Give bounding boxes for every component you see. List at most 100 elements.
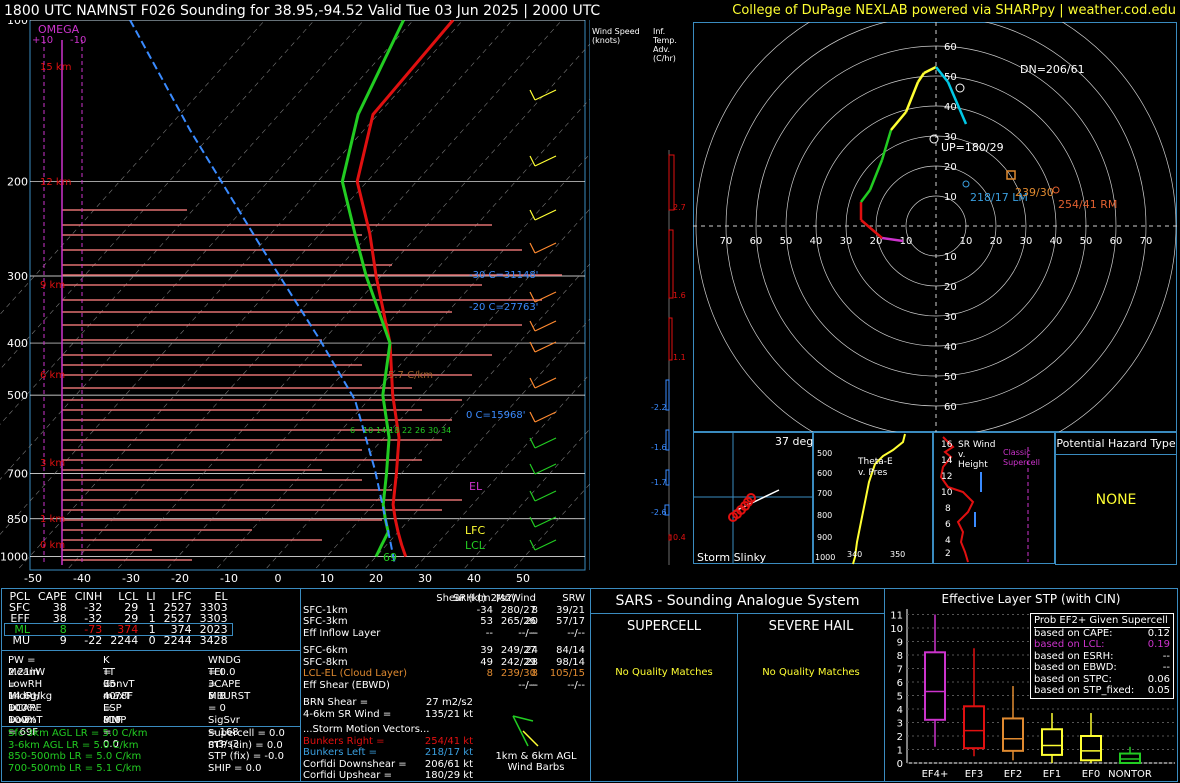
kin-cell: 39/21: [556, 604, 585, 616]
kinematics-table: SRH (m2/s2) Shear (kt) MnWind SRW SFC-1km -34…: [303, 593, 586, 782]
sr-tick-12: 12: [941, 472, 953, 482]
temp-tick: 40: [467, 572, 481, 585]
cape-tick: 6: [350, 426, 355, 435]
kin-cell: 254/41 kt: [424, 735, 473, 747]
cape-tick: 22: [402, 426, 412, 435]
hodo-ring-label: 40: [944, 342, 957, 353]
parcel-row-mu[interactable]: MU 9 -22 2244 0 2244 3428: [5, 635, 232, 646]
pressure-tick: 200: [7, 176, 28, 189]
prob-title: Prob EF2+ Given Supercell: [1034, 615, 1170, 628]
stp-category: EF0: [1082, 769, 1100, 780]
stp-title: Effective Layer STP (with CIN): [941, 592, 1121, 606]
temp-tick: 20: [369, 572, 383, 585]
composite-indices: Supercell = 0.0 STP (cin) = 0.0 STP (fix) …: [208, 728, 285, 774]
stp-y-tick: 10: [890, 624, 903, 635]
hodo-x-tick: 20: [990, 236, 1003, 247]
temp-tick: -20: [171, 572, 189, 585]
t-m20-label: -20 C=27763': [469, 302, 539, 313]
kin-cell: 49: [480, 656, 493, 668]
lapse-rate-line: 850-500mb LR = 5.0 C/km: [8, 751, 142, 762]
adv-value: -1.6: [651, 443, 667, 452]
hodo-x-tick: 30: [840, 236, 853, 247]
cape-tick: 10: [363, 426, 373, 435]
hodo-ring-label: 30: [944, 312, 957, 323]
prob-row: based on CAPE: 0.12: [1034, 627, 1170, 639]
sars-title: SARS - Sounding Analogue System: [615, 593, 860, 609]
divider: [2, 650, 300, 651]
theta-e-tick-900: 900: [817, 533, 833, 542]
lapse-rates: Sfc-3km AGL LR = 5.0 C/km 3-6km AGL LR = …: [8, 728, 147, 774]
stp-y-tick: 7: [897, 665, 903, 676]
sr-wind-note: Classic Supercell: [1003, 448, 1041, 467]
height-label: 12 km: [40, 177, 71, 188]
hodo-ring-label: 10: [944, 252, 957, 263]
wind-speed-title: Wind Speed (knots): [592, 27, 640, 45]
omega-minus: -10: [70, 35, 87, 46]
hodo-ring-label: 20: [944, 282, 957, 293]
adv-value: 2.7: [673, 203, 686, 212]
stp-box: [924, 651, 946, 721]
sr-tick-16: 16: [941, 440, 953, 450]
height-label: 15 km: [40, 62, 71, 73]
credit-label: College of DuPage NEXLAB powered via SHA…: [732, 3, 1176, 18]
adv-bar: [668, 229, 674, 299]
sr-tick-4: 4: [945, 536, 951, 546]
cell: 2244: [110, 634, 139, 647]
sr-tick-8: 8: [945, 504, 951, 514]
stp-box: [963, 705, 985, 750]
hodo-x-tick: 30: [1020, 236, 1033, 247]
cape-tick: 14: [376, 426, 386, 435]
parcel-row-sfc[interactable]: SFC 38 -32 29 1 2527 3303: [5, 602, 232, 613]
hodo-x-tick: 70: [1140, 236, 1153, 247]
stp-category: NONTOR: [1108, 769, 1152, 780]
kin-row: SFC-6km 39 24 249/27 84/14: [303, 645, 586, 657]
barb-6km: [522, 730, 539, 747]
cell: 9: [59, 634, 67, 647]
sounding-title: 1800 UTC NAMNST F026 Sounding for 38.95,…: [4, 3, 601, 19]
barb-1km: [512, 715, 529, 747]
adv-value: 0.4: [673, 533, 686, 542]
divider: [300, 589, 301, 781]
stp-y-tick: 11: [890, 611, 903, 622]
storm-slinky: [693, 432, 813, 564]
kin-cell: --/--: [518, 679, 536, 691]
sr-tick-10: 10: [941, 488, 953, 498]
kin-cell: Corfidi Downshear =: [303, 758, 407, 770]
stp-y-tick: 8: [897, 651, 903, 662]
sars-supercell-msg: No Quality Matches: [615, 667, 713, 678]
prob-row: based on ESRH: --: [1034, 650, 1170, 662]
kin-row: Eff Inflow Layer -- -- --/-- --/--: [303, 628, 586, 640]
kin-cell: SFC-8km: [303, 656, 348, 668]
stp-y-tick: 4: [897, 705, 903, 716]
stp-y-tick: 1: [897, 746, 903, 757]
hodo-x-tick: 70: [720, 236, 733, 247]
sr-tick-14: 14: [941, 456, 953, 466]
theta-e-xtick-340: 340: [847, 550, 863, 559]
adv-value: -2.2: [651, 403, 667, 412]
theta-e-label: Theta-E v. Pres: [858, 457, 893, 478]
stp-box: [1041, 728, 1063, 756]
kin-row: SFC-3km 53 20 265/26 57/17: [303, 616, 586, 628]
kin-cell: 84/14: [556, 645, 585, 656]
kin-cell: Bunkers Left =: [303, 747, 377, 758]
barb-label: 1km & 6km AGL Wind Barbs: [495, 751, 577, 773]
kin-cell: SFC-1km: [303, 604, 348, 616]
kin-cell: -34: [476, 604, 493, 616]
height-label: 1 km: [40, 514, 65, 525]
sr-tick-2: 2: [945, 549, 951, 559]
kin-cell: 105/15: [549, 668, 585, 679]
kin-cell: SRW: [562, 593, 585, 604]
stp-box: [1080, 735, 1102, 762]
cell: 2244: [163, 634, 192, 647]
prob-row: based on STPC: 0.06: [1034, 673, 1170, 685]
stp-y-tick: 5: [897, 692, 903, 703]
parcel-table: PCL CAPE CINH LCL LI LFC EL SFC 38 -32 29 1 2527 330…: [4, 591, 300, 646]
kin-cell: 53: [480, 616, 493, 627]
stp-category: EF1: [1043, 769, 1061, 780]
lfc-label: LFC: [465, 524, 486, 537]
adv-value: 1.1: [673, 353, 686, 362]
adv-bar: [668, 317, 673, 361]
kin-cell: 27 m2/s2: [426, 697, 473, 708]
cape-tick: 26: [415, 426, 425, 435]
stp-y-tick: 2: [897, 732, 903, 743]
